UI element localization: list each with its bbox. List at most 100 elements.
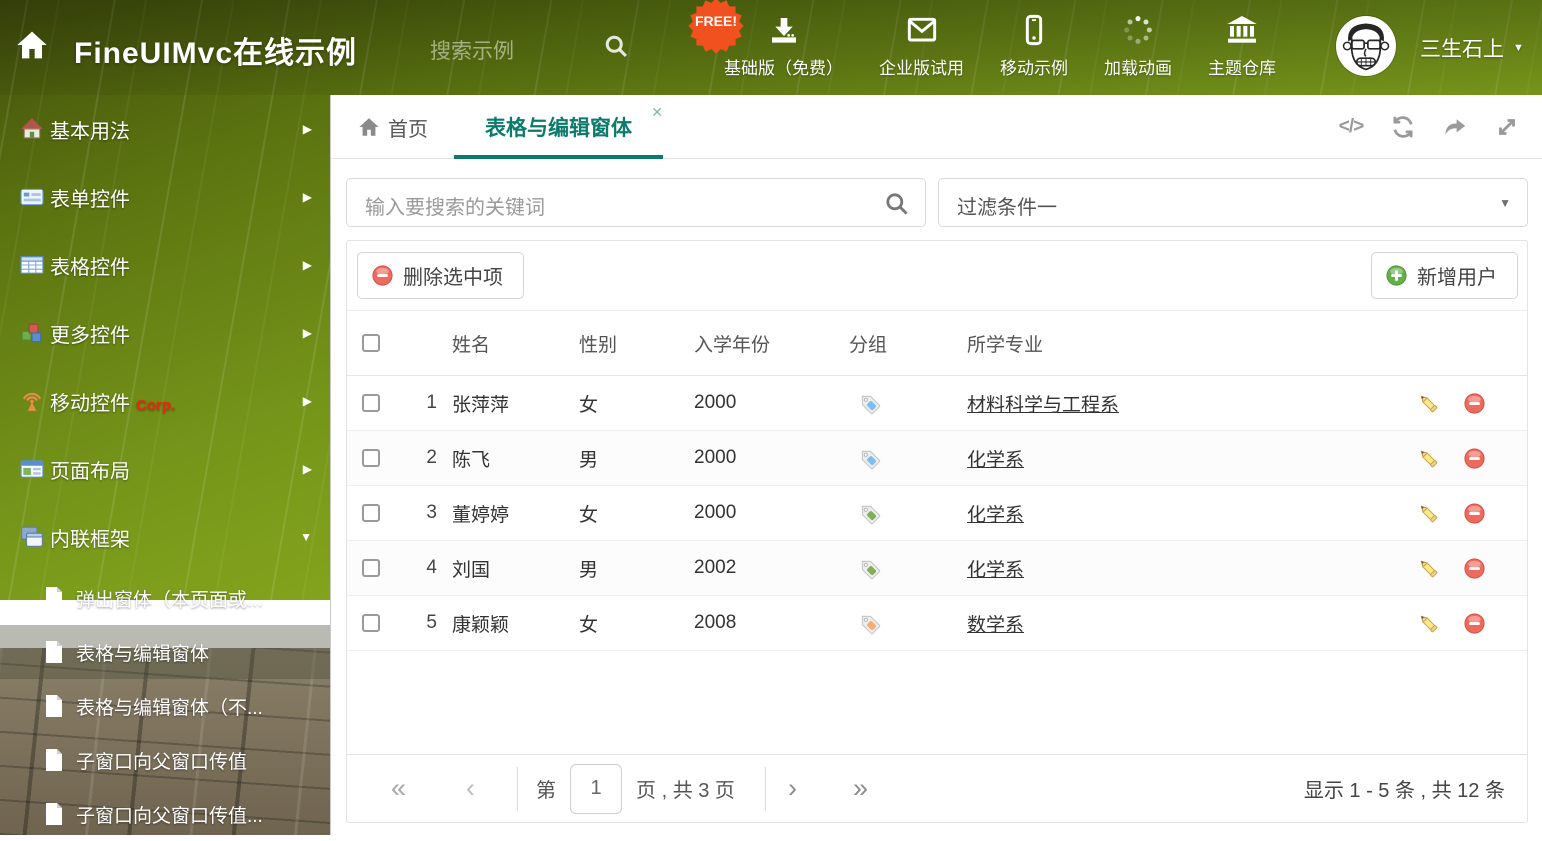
app-title[interactable]: FineUIMvc在线示例 — [74, 28, 357, 72]
row-checkbox[interactable] — [362, 449, 380, 467]
nav-item-enterprise-trial[interactable]: 企业版试用 — [879, 14, 964, 79]
download-icon — [768, 14, 800, 46]
tab-grid-edit-window[interactable]: 表格与编辑窗体 ✕ — [454, 95, 663, 159]
delete-row-icon[interactable] — [1463, 612, 1527, 635]
major-link[interactable]: 化学系 — [967, 505, 1024, 526]
next-page-button[interactable]: › — [788, 775, 797, 802]
major-link[interactable]: 数学系 — [967, 615, 1024, 636]
sidebar-subitem-child-to-parent[interactable]: 子窗口向父窗口传值 — [0, 733, 330, 787]
nav-item-theme-repo[interactable]: 主题仓库 — [1208, 14, 1276, 79]
share-icon[interactable] — [1440, 112, 1470, 142]
sidebar-subitem-popup-window[interactable]: 弹出窗体（本页面或... — [0, 571, 330, 625]
pager-summary: 显示 1 - 5 条 , 共 12 条 — [1304, 774, 1505, 803]
corp-badge: Corp. — [136, 397, 175, 414]
grid-panel: 删除选中项 新增用户 姓名 性别 — [346, 240, 1528, 823]
sidebar-item-basic-usage[interactable]: 基本用法 ▶ — [0, 95, 330, 163]
edit-pencil-icon[interactable] — [1417, 612, 1463, 635]
page-icon — [44, 694, 64, 718]
sidebar-subitem-grid-edit-window[interactable]: 表格与编辑窗体 — [0, 625, 330, 679]
major-link[interactable]: 材料科学与工程系 — [967, 395, 1119, 416]
cell-gender: 女 — [579, 610, 694, 637]
row-number: 1 — [399, 392, 437, 414]
table-row: 1 张萍萍 女 2000 材料科学与工程系 — [347, 376, 1527, 431]
sidebar-item-more-controls[interactable]: 更多控件 ▶ — [0, 299, 330, 367]
sidebar-subitem-label: 弹出窗体（本页面或... — [76, 585, 263, 612]
edit-pencil-icon[interactable] — [1417, 557, 1463, 580]
user-avatar[interactable] — [1336, 16, 1396, 76]
delete-row-icon[interactable] — [1463, 392, 1527, 415]
column-header-group[interactable]: 分组 — [849, 330, 967, 357]
row-checkbox[interactable] — [362, 614, 380, 632]
select-all-checkbox[interactable] — [362, 334, 380, 352]
nav-item-label: 主题仓库 — [1208, 54, 1276, 79]
app-header: FineUIMvc在线示例 搜索示例 FREE! — [0, 0, 1542, 95]
page-suffix: 页 , 共 3 页 — [636, 774, 735, 803]
cell-gender: 女 — [579, 500, 694, 527]
sidebar-item-label: 移动控件Corp. — [50, 387, 175, 416]
major-link[interactable]: 化学系 — [967, 450, 1024, 471]
page-content: 输入要搜索的关键词 过滤条件一 ▼ 删除选中项 — [331, 159, 1542, 835]
sidebar-subitem-child-to-parent-2[interactable]: 子窗口向父窗口传值... — [0, 787, 330, 841]
cell-name: 康颖颖 — [437, 610, 579, 637]
source-code-icon[interactable]: </> — [1336, 112, 1366, 142]
column-header-gender[interactable]: 性别 — [579, 330, 694, 357]
page-number-input[interactable]: 1 — [570, 764, 622, 814]
edit-pencil-icon[interactable] — [1417, 502, 1463, 525]
column-header-name[interactable]: 姓名 — [437, 330, 579, 357]
delete-row-icon[interactable] — [1463, 557, 1527, 580]
edit-pencil-icon[interactable] — [1417, 392, 1463, 415]
table-row: 3 董婷婷 女 2000 化学系 — [347, 486, 1527, 541]
major-link[interactable]: 化学系 — [967, 560, 1024, 581]
phone-icon — [1018, 14, 1050, 46]
prev-page-button[interactable]: ‹ — [466, 775, 475, 802]
column-header-major[interactable]: 所学专业 — [967, 330, 1417, 357]
row-number: 2 — [399, 447, 437, 469]
sidebar-item-inline-frame[interactable]: 内联框架 ▼ — [0, 503, 330, 571]
add-user-button[interactable]: 新增用户 — [1371, 252, 1518, 299]
sidebar-item-mobile-controls[interactable]: 移动控件Corp. ▶ — [0, 367, 330, 435]
nav-item-mobile-demo[interactable]: 移动示例 — [1000, 14, 1068, 79]
chevron-right-icon: ▶ — [303, 122, 312, 136]
delete-row-icon[interactable] — [1463, 502, 1527, 525]
row-checkbox[interactable] — [362, 559, 380, 577]
cell-gender: 男 — [579, 555, 694, 582]
search-icon[interactable] — [883, 190, 910, 217]
nav-item-basic-edition[interactable]: 基础版（免费） — [724, 14, 843, 79]
row-checkbox[interactable] — [362, 504, 380, 522]
page-icon — [44, 640, 64, 664]
header-search-input[interactable]: 搜索示例 — [430, 30, 630, 64]
keyword-search-input[interactable]: 输入要搜索的关键词 — [346, 178, 926, 227]
last-page-button[interactable]: » — [853, 775, 868, 802]
search-icon[interactable] — [602, 32, 630, 60]
sidebar-item-page-layout[interactable]: 页面布局 ▶ — [0, 435, 330, 503]
sidebar-item-form-controls[interactable]: 表单控件 ▶ — [0, 163, 330, 231]
expand-icon[interactable] — [1492, 112, 1522, 142]
filter-dropdown[interactable]: 过滤条件一 ▼ — [938, 178, 1528, 227]
sidebar-item-grid-controls[interactable]: 表格控件 ▶ — [0, 231, 330, 299]
layout-icon — [20, 457, 44, 481]
delete-row-icon[interactable] — [1463, 447, 1527, 470]
sidebar-item-label: 表格控件 — [50, 251, 130, 280]
table-row: 5 康颖颖 女 2008 数学系 — [347, 596, 1527, 651]
cell-year: 2002 — [694, 557, 849, 579]
tab-strip: 首页 表格与编辑窗体 ✕ </> — [331, 95, 1542, 159]
tag-icon — [857, 501, 881, 525]
cell-year: 2000 — [694, 447, 849, 469]
cubes-icon — [20, 321, 44, 345]
delete-selected-button[interactable]: 删除选中项 — [357, 252, 524, 299]
sidebar-item-label: 页面布局 — [50, 455, 130, 484]
row-number: 5 — [399, 612, 437, 634]
refresh-icon[interactable] — [1388, 112, 1418, 142]
first-page-button[interactable]: « — [391, 775, 406, 802]
home-icon[interactable] — [16, 29, 48, 61]
envelope-icon — [906, 14, 938, 46]
column-header-year[interactable]: 入学年份 — [694, 330, 849, 357]
sidebar-subitem-grid-edit-window-no[interactable]: 表格与编辑窗体（不... — [0, 679, 330, 733]
tab-home[interactable]: 首页 — [358, 95, 428, 159]
chevron-right-icon: ▶ — [303, 190, 312, 204]
nav-item-loading-animation[interactable]: 加载动画 — [1104, 14, 1172, 79]
close-icon[interactable]: ✕ — [651, 104, 663, 121]
row-checkbox[interactable] — [362, 394, 380, 412]
edit-pencil-icon[interactable] — [1417, 447, 1463, 470]
user-menu[interactable]: 三生石上 ▼ — [1420, 33, 1524, 63]
